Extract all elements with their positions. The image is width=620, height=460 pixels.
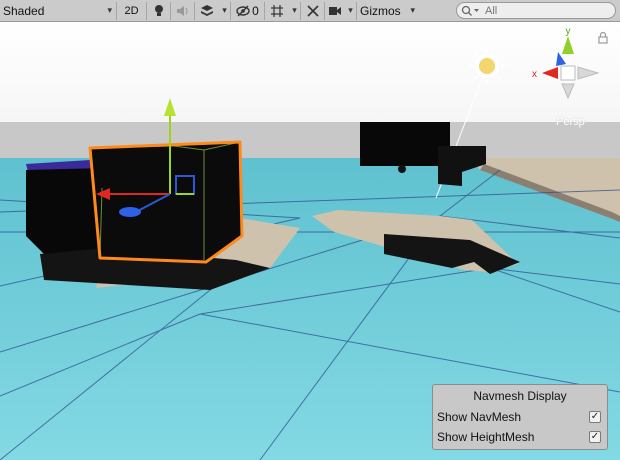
chevron-down-icon: ▾ [292,5,297,15]
shading-mode-dropdown[interactable]: Shaded ▾ [0,1,117,20]
chevron-down-icon: ▾ [222,5,227,15]
navmesh-panel-title: Navmesh Display [473,389,567,403]
effects-icon [201,4,213,16]
grid-icon [271,4,283,17]
2d-label: 2D [124,4,139,17]
tools-icon [306,4,319,17]
chevron-down-icon: ▾ [107,5,112,15]
search-input[interactable] [483,4,607,17]
show-navmesh-row[interactable]: Show NavMesh ✓ [433,407,607,427]
effects-dropdown[interactable]: ▾ [219,1,231,20]
axis-x-label: x [532,69,537,80]
show-navmesh-label: Show NavMesh [437,410,522,424]
lightbulb-icon [154,4,163,16]
skybox [0,22,620,122]
lighting-toggle-button[interactable] [147,1,171,20]
chevron-down-icon: ▾ [348,5,353,15]
gizmos-dropdown[interactable]: Gizmos ▾ [357,2,419,20]
gizmo-z-arrow[interactable] [119,207,141,217]
orientation-center-cube[interactable] [560,65,576,81]
show-heightmesh-checkbox[interactable]: ✓ [589,431,601,443]
navmesh-display-panel: Navmesh Display Show NavMesh ✓ Show Heig… [432,384,608,450]
grid-toggle-button[interactable] [265,2,289,20]
audio-icon [176,5,187,16]
camera-dropdown[interactable]: ▾ [345,1,357,20]
gizmos-label: Gizmos [360,3,401,18]
tools-toggle-button[interactable] [301,1,325,20]
hidden-objects-toggle[interactable]: 0 [231,1,265,20]
camera-icon [329,6,341,15]
selected-cube-front[interactable] [90,142,242,262]
search-icon [461,5,479,16]
audio-toggle-button[interactable] [171,1,195,20]
effects-toggle-button[interactable] [195,2,219,20]
eye-slash-icon [236,5,250,16]
2d-toggle-button[interactable]: 2D [117,1,147,20]
persp-label[interactable]: Persp [556,116,585,128]
camera-settings-button[interactable] [325,2,345,20]
axis-y-label: y [566,26,571,37]
show-heightmesh-label: Show HeightMesh [437,430,535,444]
chevron-down-icon: ▾ [410,5,415,15]
distant-sphere[interactable] [398,165,406,173]
grid-dropdown[interactable]: ▾ [289,1,301,20]
search-field[interactable] [456,2,616,19]
distant-cube[interactable] [360,122,450,166]
shading-mode-label: Shaded [3,3,45,18]
show-navmesh-checkbox[interactable]: ✓ [589,411,601,423]
show-heightmesh-row[interactable]: Show HeightMesh ✓ [433,427,607,447]
hidden-count: 0 [252,3,259,18]
